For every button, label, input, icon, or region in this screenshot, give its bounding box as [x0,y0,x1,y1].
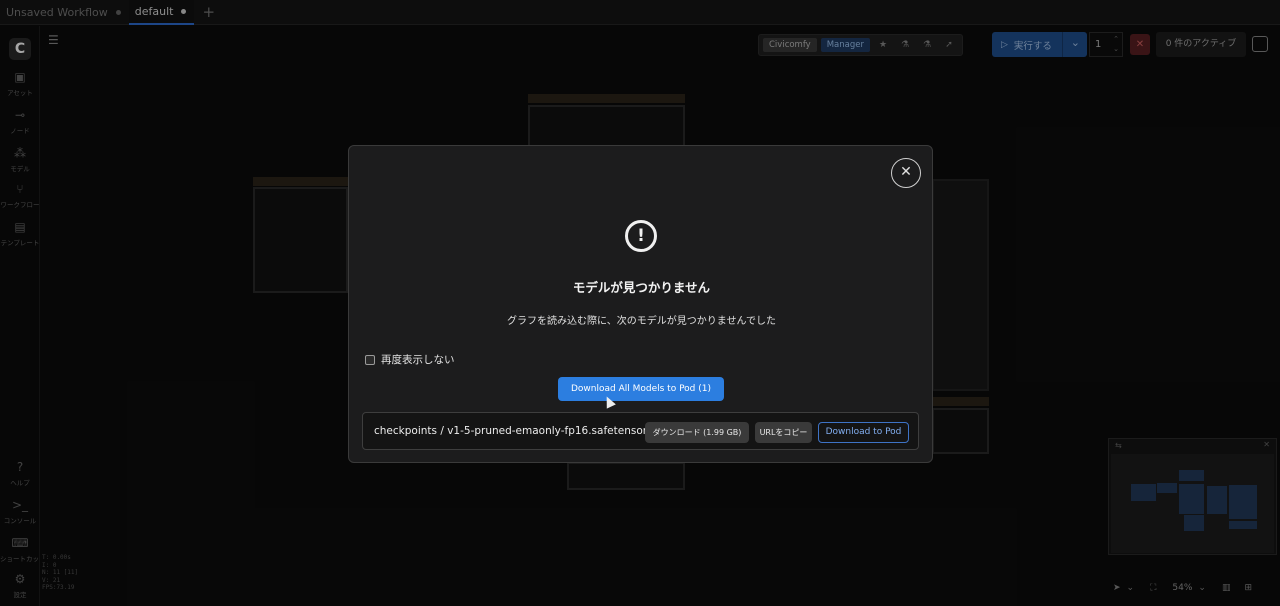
missing-model-row: checkpoints / v1-5-pruned-emaonly-fp16.s… [362,412,919,450]
dont-show-again-checkbox[interactable]: 再度表示しない [365,352,455,367]
dialog-description: グラフを読み込む際に、次のモデルが見つかりませんでした [507,316,776,327]
download-to-pod-button[interactable]: Download to Pod [818,422,909,443]
warning-icon: ! [625,220,657,252]
copy-url-button[interactable]: URLをコピー [755,422,812,443]
checkbox-icon[interactable] [365,354,375,365]
missing-models-dialog: ✕ ! モデルが見つかりません グラフを読み込む際に、次のモデルが見つかりません… [348,145,933,463]
app-root: Unsaved Workflow default + C ▣ アセット ⊸ ノー… [0,0,1280,606]
download-model-button[interactable]: ダウンロード (1.99 GB) [645,422,749,443]
checkbox-label: 再度表示しない [381,354,455,366]
download-all-button[interactable]: Download All Models to Pod (1) [558,377,724,401]
dialog-title: モデルが見つかりません [572,280,711,295]
model-path: checkpoints / v1-5-pruned-emaonly-fp16.s… [374,425,653,437]
close-icon[interactable]: ✕ [891,158,921,188]
